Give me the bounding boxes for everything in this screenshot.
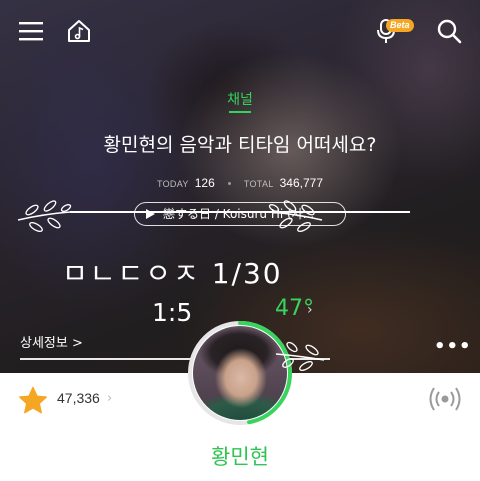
today-count: 126 xyxy=(194,176,215,190)
like-chevron[interactable]: › xyxy=(107,391,112,406)
channel-title: 황민현의 음악과 티타임 어떠세요? xyxy=(103,134,377,156)
star-icon[interactable] xyxy=(18,386,48,415)
play-icon[interactable] xyxy=(146,209,155,219)
leaf-branch-icon xyxy=(275,341,325,372)
bgm-title: 戀する日 / Koisuru Hi (사... xyxy=(163,207,315,221)
today-label: TODAY xyxy=(156,179,189,189)
profile-name: 황민현 xyxy=(211,445,269,469)
search-icon xyxy=(437,19,462,44)
beta-badge: Beta xyxy=(386,19,414,32)
like-count[interactable]: 47,336 xyxy=(57,390,100,406)
broadcast-icon[interactable] xyxy=(428,384,462,414)
stats-separator xyxy=(227,182,231,185)
overlay-date-text: ㅁㄴㄷㅇㅈ 1/30 xyxy=(62,257,283,290)
menu-button[interactable] xyxy=(16,16,46,46)
visit-stats: TODAY 126 TOTAL 346,777 xyxy=(0,176,480,190)
temperature-chevron[interactable]: › xyxy=(307,302,313,318)
bgm-player[interactable]: 戀する日 / Koisuru Hi (사... xyxy=(134,202,346,226)
search-button[interactable] xyxy=(434,16,464,46)
music-home-icon xyxy=(68,20,90,42)
total-label: TOTAL xyxy=(243,179,274,189)
music-home-button[interactable] xyxy=(64,16,94,46)
channel-label: 채널 xyxy=(227,92,253,108)
total-count: 346,777 xyxy=(279,176,324,190)
channel-label-underline xyxy=(229,111,251,113)
more-dots-icon[interactable]: ••• xyxy=(434,336,472,357)
hamburger-menu-icon xyxy=(19,22,43,41)
leaf-branch-icon xyxy=(17,200,72,233)
detail-info-link[interactable]: 상세정보 > xyxy=(20,332,83,351)
